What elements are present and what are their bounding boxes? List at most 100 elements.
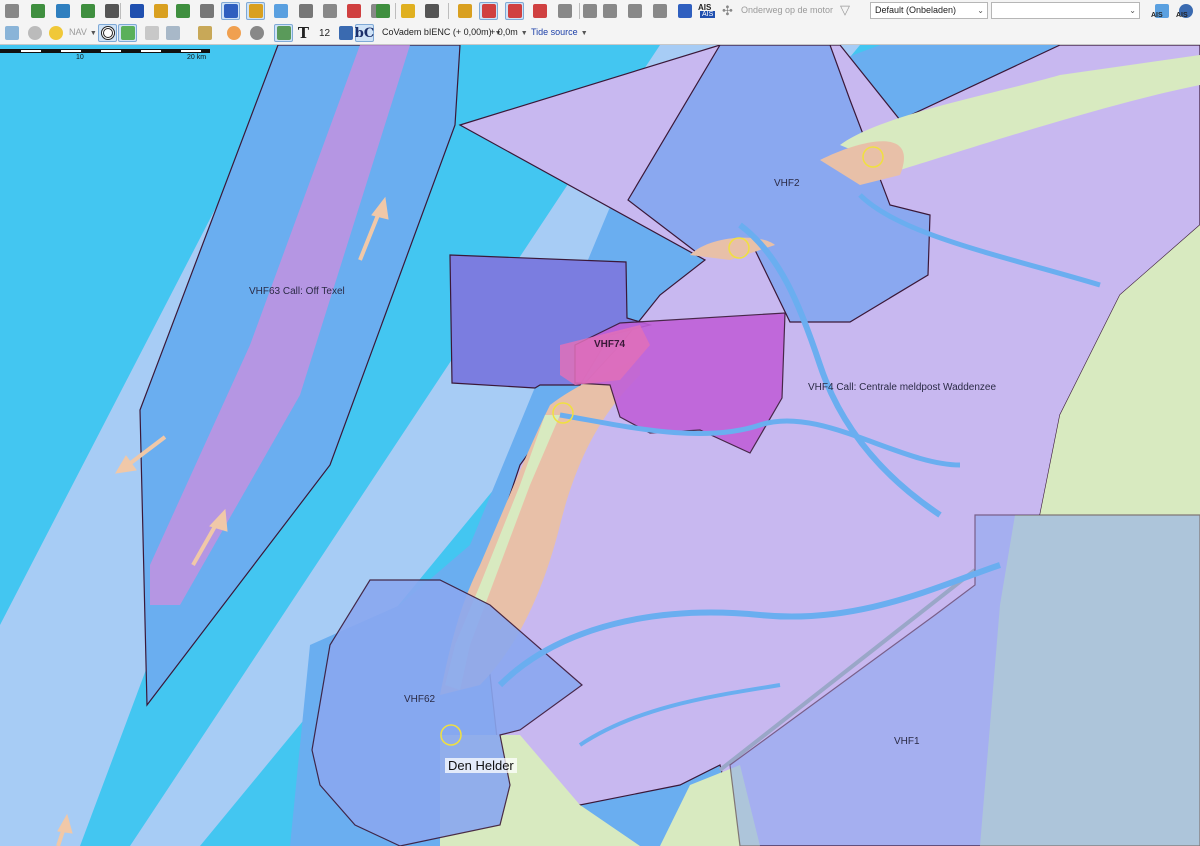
chart-icon-glyph bbox=[175, 4, 190, 18]
route-icon-glyph bbox=[30, 4, 45, 18]
search-icon[interactable] bbox=[650, 2, 669, 20]
branch-icon[interactable] bbox=[118, 24, 137, 42]
bc-tool-button[interactable]: bC bbox=[355, 24, 374, 42]
start-icon-glyph bbox=[104, 4, 119, 18]
frame-icon-glyph bbox=[507, 4, 522, 18]
search-icon-glyph bbox=[652, 4, 667, 18]
pen-icon-glyph bbox=[199, 4, 214, 18]
tools-icon[interactable] bbox=[2, 2, 21, 20]
number-tool-button[interactable]: 12 bbox=[315, 24, 334, 42]
tag-icon[interactable] bbox=[246, 2, 265, 20]
pin-icon-glyph bbox=[346, 4, 361, 18]
waypoint-icon[interactable] bbox=[78, 2, 97, 20]
toolbar-separator bbox=[120, 3, 121, 19]
zone-label-vhf4: VHF4 Call: Centrale meldpost Waddenzee bbox=[808, 382, 997, 393]
screen-icon-glyph bbox=[557, 4, 572, 18]
bulb-on-icon[interactable] bbox=[46, 24, 65, 42]
toolbar-separator bbox=[579, 3, 580, 19]
pattern-icon[interactable] bbox=[274, 24, 293, 42]
flag-icon[interactable] bbox=[530, 2, 549, 20]
filter-icon[interactable]: ▽ bbox=[840, 2, 850, 18]
copy-icon[interactable] bbox=[142, 24, 161, 42]
bulb-off-icon[interactable] bbox=[25, 24, 44, 42]
zone-label-vhf63: VHF63 Call: Off Texel bbox=[249, 286, 345, 297]
scale-tick-10: 10 bbox=[76, 54, 84, 61]
waypoint-icon-glyph bbox=[80, 4, 95, 18]
grid-icon[interactable] bbox=[373, 2, 392, 20]
depth-offset-dropdown[interactable]: + 0,0m ▼ bbox=[490, 27, 528, 37]
start-icon[interactable] bbox=[102, 2, 121, 20]
chart-source-dropdown[interactable]: CoVadem bIENC (+ 0,00m) ▼ bbox=[382, 27, 502, 37]
star-icon-glyph bbox=[153, 4, 168, 18]
grid-icon-glyph bbox=[375, 4, 390, 18]
steer-icon-glyph bbox=[424, 4, 439, 18]
star-icon[interactable] bbox=[151, 2, 170, 20]
box-icon[interactable] bbox=[195, 24, 214, 42]
ais-right-bottom: AIS bbox=[1176, 12, 1188, 19]
pen-icon[interactable] bbox=[197, 2, 216, 20]
engine-status[interactable]: Onderweg op de motor bbox=[741, 5, 833, 15]
tag-icon-glyph bbox=[248, 4, 263, 18]
settings-icon[interactable] bbox=[247, 24, 266, 42]
ais-sub-label: AIS bbox=[700, 11, 716, 18]
help-icon-glyph bbox=[677, 4, 692, 18]
chart-icon[interactable] bbox=[173, 2, 192, 20]
toolbar: NAV ▼ T 12 bC CoVadem bIENC (+ 0,00m) ▼ + … bbox=[0, 0, 1200, 45]
layers-icon[interactable] bbox=[320, 2, 339, 20]
wrench-icon-glyph bbox=[627, 4, 642, 18]
compass-icon[interactable] bbox=[224, 24, 243, 42]
target-icon-glyph bbox=[223, 4, 238, 18]
steer-icon[interactable] bbox=[422, 2, 441, 20]
scale-bar-graphic bbox=[0, 49, 210, 53]
mark-icon-glyph bbox=[273, 4, 288, 18]
moon-icon[interactable] bbox=[580, 2, 599, 20]
flag-icon-glyph bbox=[532, 4, 547, 18]
screen-icon[interactable] bbox=[555, 2, 574, 20]
search-map-icon[interactable] bbox=[2, 24, 21, 42]
frame-icon[interactable] bbox=[505, 2, 524, 20]
tools-icon-glyph bbox=[4, 4, 19, 18]
toolbar-separator bbox=[395, 3, 396, 19]
help-icon[interactable] bbox=[675, 2, 694, 20]
moon-icon-glyph bbox=[582, 4, 597, 18]
layers-icon-glyph bbox=[322, 4, 337, 18]
wrench-icon[interactable] bbox=[625, 2, 644, 20]
xpl-icon-glyph bbox=[129, 4, 144, 18]
nautical-chart[interactable]: 10 20 km VHF63 Call: Off Texel VHF74 VHF… bbox=[0, 45, 1200, 846]
xpl-icon[interactable] bbox=[127, 2, 146, 20]
nav-dropdown[interactable]: NAV ▼ bbox=[69, 27, 97, 37]
scale-tick-20: 20 km bbox=[187, 54, 207, 61]
pin-icon[interactable] bbox=[344, 2, 363, 20]
profile-select[interactable]: Default (Onbeladen) ⌄ bbox=[870, 2, 988, 19]
route-icon[interactable] bbox=[28, 2, 47, 20]
text-tool-button[interactable]: T bbox=[294, 24, 313, 42]
mark-icon[interactable] bbox=[271, 2, 290, 20]
link-icon[interactable] bbox=[53, 2, 72, 20]
warning-icon[interactable] bbox=[398, 2, 417, 20]
sound-icon-glyph bbox=[602, 4, 617, 18]
fill-icon[interactable] bbox=[336, 24, 355, 42]
fan-icon[interactable]: ✣ bbox=[722, 3, 733, 19]
tide-source-dropdown[interactable]: Tide source ▼ bbox=[531, 27, 588, 37]
zone-label-vhf2: VHF2 bbox=[774, 178, 800, 189]
grid-select-icon[interactable] bbox=[163, 24, 182, 42]
toolbar-row-2: NAV ▼ T 12 bC CoVadem bIENC (+ 0,00m) ▼ + … bbox=[0, 22, 1200, 44]
radar-icon[interactable] bbox=[98, 24, 117, 42]
link-icon-glyph bbox=[55, 4, 70, 18]
target-icon[interactable] bbox=[221, 2, 240, 20]
sound-icon[interactable] bbox=[600, 2, 619, 20]
traffic-icon-glyph bbox=[457, 4, 472, 18]
traffic-icon[interactable] bbox=[455, 2, 474, 20]
zone-label-vhf1: VHF1 bbox=[894, 736, 920, 747]
city-label-den-helder: Den Helder bbox=[445, 758, 517, 773]
scale-bar: 10 20 km bbox=[0, 49, 212, 67]
highlight-icon[interactable] bbox=[479, 2, 498, 20]
edit-icon-glyph bbox=[298, 4, 313, 18]
highlight-icon-glyph bbox=[481, 4, 496, 18]
warning-icon-glyph bbox=[400, 4, 415, 18]
empty-select[interactable]: ⌄ bbox=[991, 2, 1140, 19]
ais-right-top: AIS bbox=[1151, 12, 1163, 19]
zone-label-vhf62: VHF62 bbox=[404, 694, 436, 705]
edit-icon[interactable] bbox=[296, 2, 315, 20]
chart-canvas[interactable] bbox=[0, 45, 1200, 846]
